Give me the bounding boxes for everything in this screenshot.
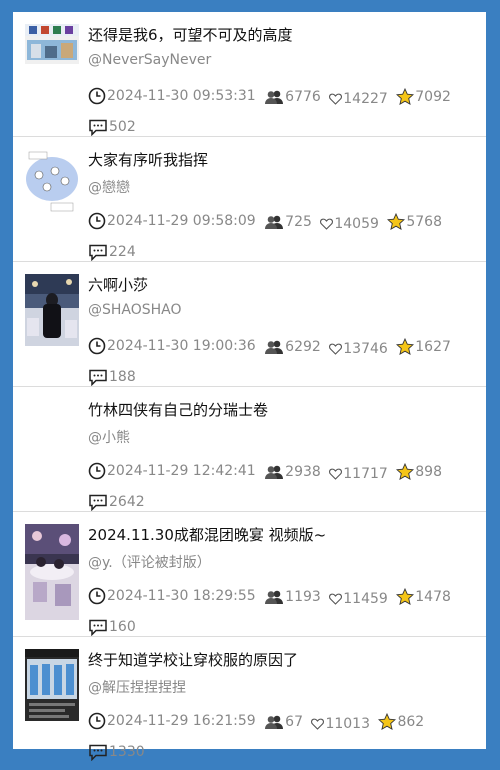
publish-time: 2024-11-29 09:58:09 [107, 213, 256, 229]
view-count: 6776 [285, 89, 321, 105]
list-item[interactable]: 终于知道学校让穿校服的原因了 @解压捏捏捏捏 2024-11-29 16:21:… [13, 637, 486, 761]
video-title[interactable]: 还得是我6，可望不可及的高度 [88, 24, 478, 45]
view-count: 1193 [285, 589, 321, 605]
users-icon [264, 89, 284, 105]
stats-row: 2024-11-30 18:29:55 1193 11459 1478 160 [88, 583, 478, 645]
comment-icon [88, 244, 108, 261]
video-thumbnail[interactable] [25, 649, 79, 721]
stats-row: 2024-11-30 19:00:36 6292 13746 1627 188 [88, 333, 478, 395]
comment-icon [88, 619, 108, 636]
users-icon [264, 589, 284, 605]
stats-row: 2024-11-29 12:42:41 2938 11717 898 2642 [88, 458, 478, 520]
heart-icon [329, 593, 343, 605]
star-icon [378, 713, 397, 730]
like-count: 11013 [325, 716, 370, 732]
heart-icon [320, 218, 334, 230]
heart-icon [311, 718, 325, 730]
favorite-count: 1627 [415, 338, 451, 355]
video-thumbnail[interactable] [25, 149, 79, 221]
favorite-count: 7092 [415, 88, 451, 105]
clock-icon [88, 587, 106, 605]
video-title[interactable]: 六啊小莎 [88, 274, 478, 295]
star-icon [396, 588, 415, 605]
stats-row: 2024-11-29 09:58:09 725 14059 5768 224 [88, 208, 478, 270]
favorite-count: 1478 [415, 588, 451, 605]
favorite-count: 898 [415, 463, 442, 480]
list-item[interactable]: 六啊小莎 @SHAOSHAO 2024-11-30 19:00:36 6292 … [13, 262, 486, 387]
view-count: 67 [285, 714, 303, 730]
star-icon [396, 338, 415, 355]
list-item[interactable]: 大家有序听我指挥 @戀戀 2024-11-29 09:58:09 725 140… [13, 137, 486, 262]
users-icon [264, 464, 284, 480]
like-count: 14059 [334, 216, 379, 232]
publish-time: 2024-11-30 09:53:31 [107, 88, 256, 104]
author-name[interactable]: @小熊 [88, 427, 130, 447]
view-count: 725 [285, 214, 312, 230]
video-thumbnail[interactable] [25, 524, 79, 620]
star-icon [387, 213, 406, 230]
publish-time: 2024-11-30 18:29:55 [107, 588, 256, 604]
publish-time: 2024-11-30 19:00:36 [107, 338, 256, 354]
stats-row: 2024-11-29 16:21:59 67 11013 862 1330 [88, 708, 478, 770]
view-count: 6292 [285, 339, 321, 355]
like-count: 13746 [343, 341, 388, 357]
author-name[interactable]: @NeverSayNever [88, 52, 211, 68]
heart-icon [329, 468, 343, 480]
author-name[interactable]: @解压捏捏捏捏 [88, 677, 186, 697]
video-thumbnail[interactable] [25, 274, 79, 346]
users-icon [264, 214, 284, 230]
users-icon [264, 339, 284, 355]
video-title[interactable]: 2024.11.30成都混团晚宴 视频版~ [88, 524, 478, 545]
video-feed-list: 还得是我6，可望不可及的高度 @NeverSayNever 2024-11-30… [13, 12, 486, 761]
clock-icon [88, 462, 106, 480]
star-icon [396, 88, 415, 105]
list-item[interactable]: 还得是我6，可望不可及的高度 @NeverSayNever 2024-11-30… [13, 12, 486, 137]
clock-icon [88, 212, 106, 230]
favorite-count: 5768 [406, 213, 442, 230]
video-title[interactable]: 竹林四侠有自己的分瑞士卷 [88, 399, 478, 420]
author-name[interactable]: @y.（评论被封版） [88, 552, 211, 572]
clock-icon [88, 87, 106, 105]
heart-icon [329, 343, 343, 355]
list-item[interactable]: 竹林四侠有自己的分瑞士卷 @小熊 2024-11-29 12:42:41 293… [13, 387, 486, 512]
author-name[interactable]: @SHAOSHAO [88, 302, 182, 318]
star-icon [396, 463, 415, 480]
like-count: 11717 [343, 466, 388, 482]
clock-icon [88, 712, 106, 730]
like-count: 11459 [343, 591, 388, 607]
list-item[interactable]: 2024.11.30成都混团晚宴 视频版~ @y.（评论被封版） 2024-11… [13, 512, 486, 637]
users-icon [264, 714, 284, 730]
comment-icon [88, 119, 108, 136]
video-title[interactable]: 大家有序听我指挥 [88, 149, 478, 170]
publish-time: 2024-11-29 12:42:41 [107, 463, 256, 479]
comment-icon [88, 494, 108, 511]
comment-icon [88, 744, 108, 761]
favorite-count: 862 [397, 713, 425, 730]
view-count: 2938 [285, 464, 321, 480]
clock-icon [88, 337, 106, 355]
stats-row: 2024-11-30 09:53:31 6776 14227 7092 502 [88, 83, 478, 145]
video-title[interactable]: 终于知道学校让穿校服的原因了 [88, 649, 478, 670]
like-count: 14227 [343, 91, 388, 107]
comment-icon [88, 369, 108, 386]
author-name[interactable]: @戀戀 [88, 177, 130, 197]
publish-time: 2024-11-29 16:21:59 [107, 713, 256, 729]
heart-icon [329, 93, 343, 105]
video-thumbnail[interactable] [25, 24, 79, 96]
comment-count: 1330 [109, 744, 145, 760]
